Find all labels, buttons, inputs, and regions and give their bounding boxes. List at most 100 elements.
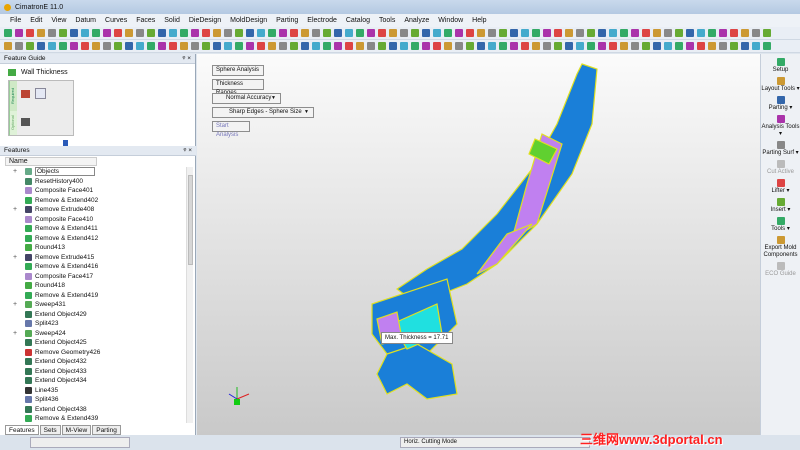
toolbar-button-icon[interactable] — [543, 42, 551, 50]
tree-item[interactable]: Extend Object432 — [5, 357, 185, 367]
toolbar-button-icon[interactable] — [125, 29, 133, 37]
toolbar-button-icon[interactable] — [455, 29, 463, 37]
tree-item[interactable]: Remove & Extend411 — [5, 224, 185, 234]
menu-faces[interactable]: Faces — [136, 17, 155, 24]
toolbar-button-icon[interactable] — [114, 42, 122, 50]
toolbar-button-icon[interactable] — [103, 29, 111, 37]
toolbar-button-icon[interactable] — [664, 29, 672, 37]
menu-help[interactable]: Help — [472, 17, 486, 24]
mold-tool-button[interactable]: Parting ▾ — [761, 96, 800, 112]
toolbar-button-icon[interactable] — [59, 42, 67, 50]
tree-item[interactable]: + Remove Extrude415 — [5, 253, 185, 263]
toolbar-button-icon[interactable] — [235, 42, 243, 50]
toolbar-button-icon[interactable] — [664, 42, 672, 50]
toolbar-button-icon[interactable] — [741, 29, 749, 37]
menu-parting[interactable]: Parting — [276, 17, 298, 24]
toolbar-button-icon[interactable] — [444, 29, 452, 37]
toolbar-button-icon[interactable] — [147, 29, 155, 37]
tree-item[interactable]: Line435 — [5, 386, 185, 396]
mold-tool-button[interactable]: Layout Tools ▾ — [761, 77, 800, 93]
toolbar-button-icon[interactable] — [81, 29, 89, 37]
toolbar-button-icon[interactable] — [158, 29, 166, 37]
name-column-header[interactable]: Name — [5, 157, 97, 166]
mold-tool-button[interactable]: Insert ▾ — [761, 198, 800, 214]
mold-tool-button[interactable]: ECO Guide — [761, 262, 800, 278]
toolbar-button-icon[interactable] — [323, 42, 331, 50]
toolbar-button-icon[interactable] — [312, 42, 320, 50]
toolbar-button-icon[interactable] — [147, 42, 155, 50]
toolbar-button-icon[interactable] — [477, 29, 485, 37]
menu-solid[interactable]: Solid — [164, 17, 180, 24]
toolbar-button-icon[interactable] — [510, 42, 518, 50]
toolbar-button-icon[interactable] — [620, 42, 628, 50]
mold-tool-button[interactable]: Lifter ▾ — [761, 179, 800, 195]
toolbar-button-icon[interactable] — [59, 29, 67, 37]
toolbar-button-icon[interactable] — [15, 42, 23, 50]
menu-electrode[interactable]: Electrode — [307, 17, 337, 24]
menu-window[interactable]: Window — [438, 17, 463, 24]
toolbar-button-icon[interactable] — [48, 29, 56, 37]
toolbar-button-icon[interactable] — [411, 29, 419, 37]
tree-item[interactable]: Remove & Extend416 — [5, 262, 185, 272]
expand-icon[interactable]: + — [13, 206, 17, 213]
toolbar-button-icon[interactable] — [554, 29, 562, 37]
mold-tool-button[interactable]: Cut Active — [761, 160, 800, 176]
toolbar-button-icon[interactable] — [70, 29, 78, 37]
toolbar-button-icon[interactable] — [455, 42, 463, 50]
toolbar-button-icon[interactable] — [631, 42, 639, 50]
toolbar-button-icon[interactable] — [466, 29, 474, 37]
toolbar-button-icon[interactable] — [378, 29, 386, 37]
tab-parting[interactable]: Parting — [92, 425, 121, 435]
tree-item[interactable]: Remove & Extend402 — [5, 196, 185, 206]
toolbar-button-icon[interactable] — [279, 42, 287, 50]
toolbar-button-icon[interactable] — [686, 42, 694, 50]
toolbar-button-icon[interactable] — [213, 42, 221, 50]
toolbar-button-icon[interactable] — [686, 29, 694, 37]
toolbar-button-icon[interactable] — [92, 42, 100, 50]
tree-item[interactable]: Extend Object429 — [5, 310, 185, 320]
tab-sets[interactable]: Sets — [39, 425, 61, 435]
toolbar-button-icon[interactable] — [499, 29, 507, 37]
tree-item[interactable]: Remove & Extend412 — [5, 234, 185, 244]
toolbar-button-icon[interactable] — [92, 29, 100, 37]
toolbar-button-icon[interactable] — [367, 29, 375, 37]
toolbar-button-icon[interactable] — [719, 29, 727, 37]
menu-datum[interactable]: Datum — [75, 17, 96, 24]
menu-tools[interactable]: Tools — [379, 17, 395, 24]
toolbar-button-icon[interactable] — [763, 42, 771, 50]
toolbar-button-icon[interactable] — [554, 42, 562, 50]
tree-item[interactable]: Composite Face417 — [5, 272, 185, 282]
toolbar-button-icon[interactable] — [246, 29, 254, 37]
toolbar-button-icon[interactable] — [697, 42, 705, 50]
toolbar-button-icon[interactable] — [26, 42, 34, 50]
toolbar-button-icon[interactable] — [763, 29, 771, 37]
toolbar-button-icon[interactable] — [389, 42, 397, 50]
toolbar-button-icon[interactable] — [290, 29, 298, 37]
tree-item[interactable]: Round418 — [5, 281, 185, 291]
tree-item[interactable]: Split423 — [5, 319, 185, 329]
mold-tool-button[interactable]: Setup — [761, 58, 800, 74]
toolbar-button-icon[interactable] — [565, 29, 573, 37]
toolbar-button-icon[interactable] — [433, 29, 441, 37]
toolbar-button-icon[interactable] — [609, 42, 617, 50]
toolbar-button-icon[interactable] — [598, 42, 606, 50]
toolbar-button-icon[interactable] — [301, 42, 309, 50]
toolbar-button-icon[interactable] — [477, 42, 485, 50]
toolbar-button-icon[interactable] — [422, 42, 430, 50]
toolbar-button-icon[interactable] — [15, 29, 23, 37]
toolbar-button-icon[interactable] — [70, 42, 78, 50]
tree-item[interactable]: + Remove Extrude408 — [5, 205, 185, 215]
expand-icon[interactable]: + — [13, 301, 17, 308]
toolbar-button-icon[interactable] — [587, 42, 595, 50]
tree-item[interactable]: Extend Object425 — [5, 338, 185, 348]
toolbar-button-icon[interactable] — [741, 42, 749, 50]
menu-catalog[interactable]: Catalog — [346, 17, 370, 24]
tree-item[interactable]: + Sweep431 — [5, 300, 185, 310]
toolbar-button-icon[interactable] — [4, 42, 12, 50]
tree-item[interactable]: Remove & Extend419 — [5, 291, 185, 301]
toolbar-button-icon[interactable] — [180, 42, 188, 50]
toolbar-button-icon[interactable] — [323, 29, 331, 37]
toolbar-button-icon[interactable] — [444, 42, 452, 50]
toolbar-button-icon[interactable] — [257, 29, 265, 37]
toolbar-button-icon[interactable] — [136, 29, 144, 37]
